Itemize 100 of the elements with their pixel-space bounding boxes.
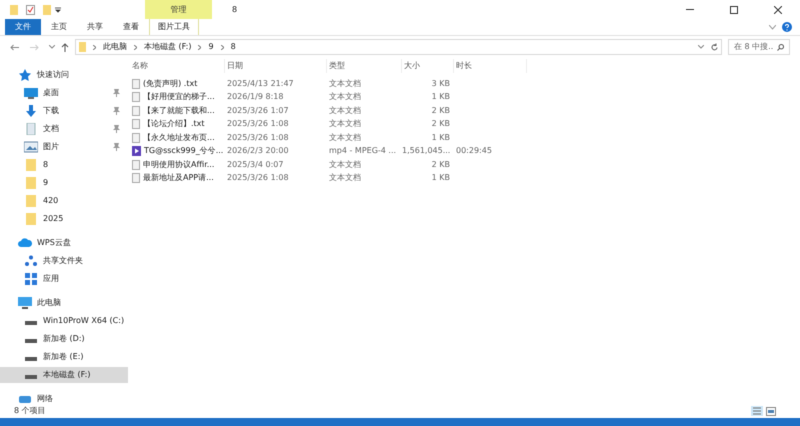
sidebar-item[interactable]: 420 — [0, 193, 128, 209]
sidebar-item[interactable]: 快速访问 — [0, 67, 128, 83]
file-size: 3 KB — [430, 78, 450, 90]
large-icons-view-icon[interactable] — [766, 406, 776, 416]
download-arrow-icon — [24, 105, 38, 117]
sidebar-item[interactable]: 2025 — [0, 211, 128, 227]
file-name: 最新地址及APP请... — [143, 172, 214, 184]
picture-icon — [24, 141, 38, 153]
ribbon-tab[interactable]: 图片工具 — [149, 19, 199, 35]
text-file-icon — [132, 160, 140, 170]
file-date: 2025/3/26 1:08 — [226, 172, 290, 184]
sidebar-item[interactable]: Win10ProW X64 (C:) — [0, 313, 128, 329]
file-size: 1,561,045... — [402, 145, 450, 158]
ribbon-tab[interactable]: 共享 — [77, 19, 113, 35]
column-header[interactable]: 大小 — [402, 59, 454, 73]
file-type: 文本文档 — [328, 172, 362, 184]
text-file-icon — [132, 119, 140, 130]
breadcrumb[interactable]: 9 — [208, 41, 214, 53]
context-tab-header: 管理 — [145, 0, 212, 19]
ribbon-tab[interactable]: 查看 — [113, 19, 149, 35]
column-header[interactable]: 时长 — [454, 59, 527, 73]
chevron-right-icon — [220, 44, 224, 50]
sidebar-item[interactable]: 共享文件夹 — [0, 253, 128, 269]
text-file-icon — [132, 132, 140, 143]
column-header[interactable]: 日期 — [225, 59, 327, 73]
column-header[interactable]: 类型 — [327, 59, 402, 73]
details-view-icon[interactable] — [751, 406, 763, 416]
ribbon-tab[interactable]: 文件 — [5, 19, 41, 35]
sidebar-item[interactable]: 新加卷 (E:) — [0, 349, 128, 365]
ribbon-tab[interactable]: 主页 — [41, 19, 77, 35]
computer-icon — [18, 297, 32, 309]
sidebar-item[interactable]: 9 — [0, 175, 128, 191]
dropdown-icon[interactable] — [55, 6, 61, 12]
file-row[interactable]: (免责声明) .txt 2025/4/13 21:47 文本文档 3 KB — [130, 77, 800, 90]
file-name: 【来了就能下载和... — [143, 104, 215, 117]
document-icon — [24, 123, 38, 135]
breadcrumb[interactable]: 8 — [230, 41, 236, 53]
file-name: 【永久地址发布页... — [143, 132, 215, 144]
address-bar[interactable]: 此电脑 本地磁盘 (F:) 9 8 — [75, 39, 722, 55]
file-row[interactable]: 【好用便宜的梯子... 2026/1/9 8:18 文本文档 1 KB — [130, 90, 800, 104]
sidebar-item[interactable]: WPS云盘 — [0, 235, 128, 251]
file-name: 【好用便宜的梯子... — [143, 91, 215, 104]
file-type: 文本文档 — [328, 158, 362, 171]
sidebar-item[interactable]: 新加卷 (D:) — [0, 331, 128, 347]
file-date: 2025/3/26 1:08 — [226, 118, 290, 130]
file-duration: 00:29:45 — [456, 145, 492, 158]
sidebar-item[interactable]: 桌面 — [0, 85, 128, 101]
file-name: TG@ssck999_兮兮... — [144, 145, 224, 158]
cloud-icon — [18, 237, 32, 249]
breadcrumb[interactable]: 本地磁盘 (F:) — [144, 41, 192, 53]
window-title: 8 — [232, 4, 238, 16]
chevron-down-icon[interactable] — [698, 45, 704, 49]
file-date: 2025/3/26 1:07 — [226, 104, 290, 117]
properties-icon[interactable] — [26, 4, 35, 14]
file-size: 2 KB — [430, 104, 450, 117]
file-name: 申明使用协议Affir... — [143, 158, 214, 171]
help-icon[interactable] — [782, 22, 792, 32]
chevron-down-icon[interactable] — [49, 45, 55, 49]
file-date: 2026/1/9 8:18 — [226, 91, 284, 104]
up-arrow-icon[interactable] — [61, 42, 69, 52]
chevron-down-icon[interactable] — [769, 24, 776, 30]
sidebar-item[interactable]: 图片 — [0, 139, 128, 155]
refresh-icon[interactable] — [711, 43, 718, 51]
maximize-icon[interactable] — [730, 6, 738, 14]
file-row[interactable]: 【来了就能下载和... 2025/3/26 1:07 文本文档 2 KB — [130, 104, 800, 118]
file-size: 1 KB — [430, 172, 450, 184]
share-icon — [24, 255, 38, 267]
folder-icon — [79, 42, 86, 52]
sidebar-item[interactable]: 应用 — [0, 271, 128, 287]
file-row[interactable]: 申明使用协议Affir... 2025/3/4 0:07 文本文档 2 KB — [130, 158, 800, 172]
chevron-right-icon — [198, 44, 202, 50]
monitor-icon — [24, 87, 38, 99]
sidebar-item[interactable]: 此电脑 — [0, 295, 128, 311]
sidebar-item[interactable]: 8 — [0, 157, 128, 173]
network-icon — [18, 393, 32, 405]
video-file-icon — [132, 146, 141, 156]
sidebar-item[interactable]: 下载 — [0, 103, 128, 119]
file-size: 1 KB — [430, 132, 450, 144]
search-field[interactable]: 在 8 中搜... — [728, 39, 790, 55]
close-icon[interactable] — [774, 6, 782, 14]
breadcrumb[interactable]: 此电脑 — [103, 41, 127, 53]
file-date: 2025/3/26 1:08 — [226, 132, 290, 144]
file-type: mp4 - MPEG-4 ... — [328, 145, 398, 158]
column-header[interactable]: 名称 — [130, 59, 225, 73]
item-count: 8 个项目 — [14, 405, 46, 417]
file-date: 2026/2/3 20:00 — [226, 145, 290, 158]
text-file-icon — [132, 106, 140, 116]
file-type: 文本文档 — [328, 104, 362, 117]
chevron-right-icon — [93, 44, 96, 50]
file-row[interactable]: TG@ssck999_兮兮... 2026/2/3 20:00 mp4 - MPEG-4 ... 1,561,045... 00:29:45 — [130, 144, 800, 158]
back-arrow-icon[interactable] — [10, 44, 19, 50]
sidebar-item[interactable]: 文档 — [0, 121, 128, 137]
text-file-icon — [132, 173, 140, 184]
sidebar-item[interactable]: 本地磁盘 (F:) — [0, 367, 128, 383]
apps-icon — [24, 273, 38, 285]
file-row[interactable]: 最新地址及APP请... 2025/3/26 1:08 文本文档 1 KB — [130, 172, 800, 185]
folder-icon — [24, 213, 38, 225]
file-row[interactable]: 【论坛介绍】.txt 2025/3/26 1:08 文本文档 2 KB — [130, 118, 800, 131]
sidebar-item[interactable]: 网络 — [0, 391, 128, 407]
file-row[interactable]: 【永久地址发布页... 2025/3/26 1:08 文本文档 1 KB — [130, 131, 800, 144]
